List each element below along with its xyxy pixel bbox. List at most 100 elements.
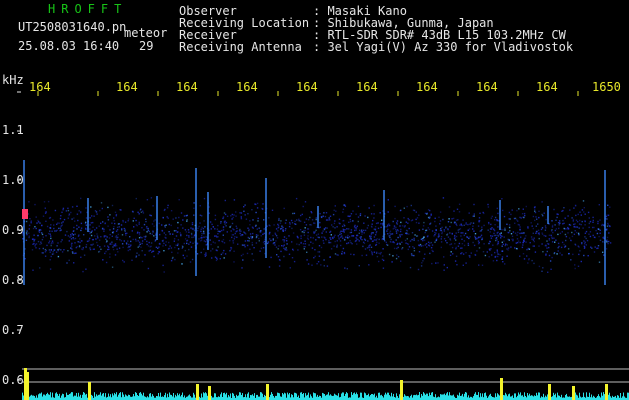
meter-bar [273,396,274,400]
noise-speck [321,236,323,238]
noise-speck [342,237,344,239]
noise-speck [333,236,335,238]
noise-speck [214,214,217,217]
meter-bar [567,396,568,400]
noise-speck [377,222,379,224]
noise-speck [283,247,285,249]
noise-speck [145,220,147,223]
noise-speck [260,247,263,250]
noise-speck [298,218,300,220]
noise-speck [129,245,132,248]
noise-speck [603,254,605,256]
meter-bar [220,394,221,400]
noise-speck [371,240,374,242]
noise-speck [179,232,181,234]
noise-speck [366,227,369,229]
noise-speck [428,244,430,246]
noise-speck [355,213,357,215]
noise-speck [572,218,575,221]
noise-speck [541,213,543,216]
noise-speck [512,239,514,242]
noise-speck [177,248,180,250]
noise-speck [278,265,281,267]
noise-speck [153,225,155,227]
noise-speck [106,236,108,238]
meter-bar [624,396,625,400]
meter-bar [109,396,110,400]
noise-speck [531,238,533,240]
meter-bar [78,392,79,400]
meter-bar [491,396,492,400]
noise-speck [276,237,279,239]
noise-speck [97,237,99,239]
meter-bar [427,393,428,400]
noise-speck [116,238,118,240]
noise-speck [378,260,380,263]
noise-speck [427,216,430,219]
noise-speck [425,229,427,232]
noise-speck [607,222,609,225]
meter-bar [396,393,397,400]
noise-speck [49,230,51,232]
meter-bar [173,393,174,400]
noise-speck [514,247,516,249]
noise-speck [328,240,330,242]
meter-bar [134,396,135,400]
meter-bar [484,393,485,400]
noise-speck [126,232,128,234]
meter-bar [476,394,477,400]
meter-bar [580,396,581,400]
noise-speck [115,230,118,232]
noise-speck [458,203,461,205]
noise-speck [40,229,42,231]
noise-speck [55,230,57,232]
noise-speck [407,222,409,224]
noise-speck [551,220,553,222]
meter-bar [366,395,367,400]
noise-speck [180,212,183,214]
meter-bar [410,395,411,400]
noise-speck [150,242,153,244]
noise-speck [258,240,260,242]
noise-speck [307,238,310,240]
noise-speck [342,208,345,210]
noise-speck [212,226,214,228]
noise-speck [589,235,592,238]
noise-speck [309,216,311,219]
noise-speck [59,229,61,232]
meter-bar [175,394,176,400]
noise-speck [573,207,575,209]
noise-speck [217,246,219,248]
noise-speck [61,211,63,213]
noise-speck [389,230,392,232]
noise-speck [397,246,399,249]
noise-speck [308,244,310,246]
noise-speck [319,221,321,224]
noise-speck [468,228,471,230]
noise-speck [329,230,332,233]
meter-bar [135,392,136,400]
noise-speck [209,239,211,241]
noise-speck [54,209,57,212]
noise-speck [198,238,200,240]
y-axis-ticks [17,91,21,381]
noise-speck [177,243,179,245]
noise-speck [602,236,605,238]
noise-speck [73,217,75,219]
noise-speck [459,247,462,249]
noise-speck [508,231,510,234]
noise-speck [545,218,547,221]
noise-speck [170,210,173,212]
noise-speck [280,228,282,230]
meter-bar [47,392,48,400]
noise-speck [376,238,378,240]
noise-speck [496,259,498,262]
noise-speck [434,241,436,243]
noise-speck [244,244,246,246]
noise-speck [60,225,62,228]
noise-speck [191,236,193,239]
noise-speck [319,226,321,228]
noise-speck [71,218,73,220]
noise-speck [563,222,565,224]
noise-speck [273,242,275,244]
